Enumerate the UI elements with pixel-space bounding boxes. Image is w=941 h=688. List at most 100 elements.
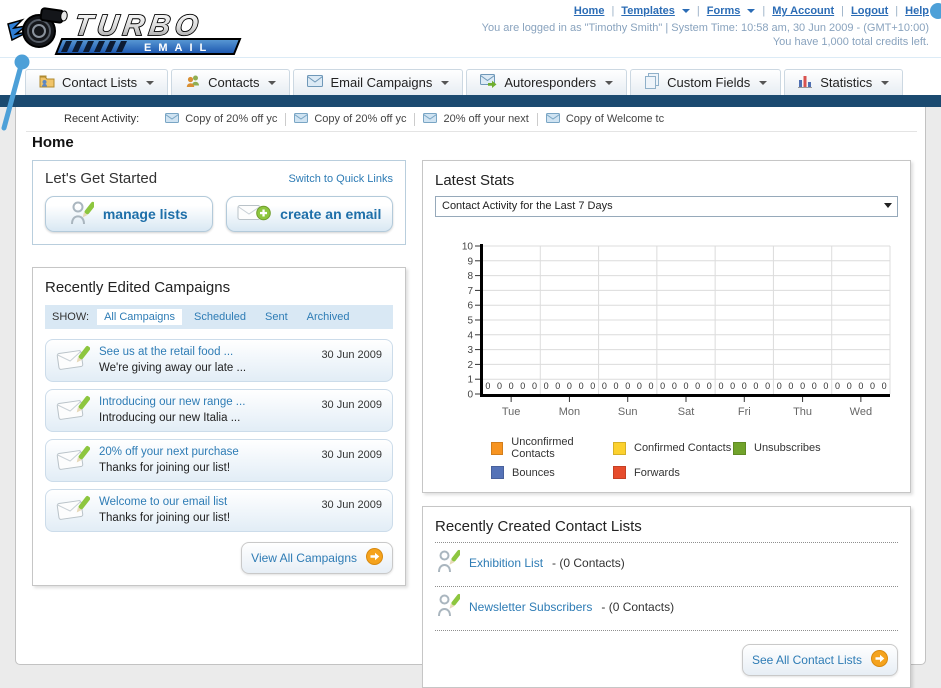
svg-text:Tue: Tue [502, 406, 521, 418]
svg-text:0: 0 [753, 381, 758, 391]
chevron-down-icon [747, 9, 756, 13]
campaign-filter-bar: SHOW: All Campaigns Scheduled Sent Archi… [45, 305, 393, 329]
legend-label: Unsubscribes [754, 442, 821, 454]
legend-swatch [613, 466, 626, 479]
contact-lists-folder-icon [39, 73, 55, 92]
svg-text:0: 0 [544, 381, 549, 391]
tab-contact-lists[interactable]: Contact Lists [25, 69, 169, 95]
filter-archived[interactable]: Archived [300, 309, 357, 325]
see-all-contact-lists-button[interactable]: See All Contact Lists [741, 644, 898, 676]
svg-text:Mon: Mon [559, 406, 580, 418]
person-pencil-icon [70, 200, 96, 229]
email-edit-icon [56, 345, 91, 377]
email-icon [294, 112, 309, 126]
legend-label: Forwards [634, 466, 680, 479]
svg-text:0: 0 [532, 381, 537, 391]
legend-item: Unconfirmed Contacts [491, 436, 613, 460]
nav-templates-link[interactable]: Templates [621, 5, 675, 17]
custom-fields-pages-icon [644, 73, 660, 92]
contact-list-link[interactable]: Exhibition List [469, 556, 543, 570]
main-content: Recent Activity: Copy of 20% off yc Copy… [15, 107, 926, 688]
svg-text:0: 0 [683, 381, 688, 391]
svg-text:0: 0 [882, 381, 887, 391]
nav-my-account-link[interactable]: My Account [772, 5, 834, 17]
tab-custom-fields[interactable]: Custom Fields [630, 69, 782, 95]
legend-item: Bounces [491, 466, 613, 479]
tab-autoresponders[interactable]: Autoresponders [466, 69, 628, 95]
recent-activity-text: Copy of 20% off yc [185, 113, 278, 125]
nav-separator: | [762, 5, 766, 17]
campaign-title-link[interactable]: 20% off your next purchase [99, 445, 239, 461]
manage-lists-button[interactable]: manage lists [45, 196, 213, 232]
campaigns-panel-title: Recently Edited Campaigns [45, 279, 231, 296]
legend-label: Confirmed Contacts [634, 442, 732, 454]
button-label: create an email [280, 206, 382, 222]
campaign-date: 30 Jun 2009 [321, 349, 382, 361]
button-label: View All Campaigns [251, 551, 357, 565]
divider [414, 112, 416, 126]
nav-logout-link[interactable]: Logout [851, 5, 888, 17]
campaign-subtitle: We're giving away our late ... [99, 361, 247, 374]
campaign-row[interactable]: See us at the retail food ... We're givi… [45, 339, 393, 382]
filter-scheduled[interactable]: Scheduled [187, 309, 253, 325]
contact-list-item[interactable]: Newsletter Subscribers - (0 Contacts) [435, 587, 898, 623]
latest-stats-title: Latest Stats [435, 172, 515, 189]
campaign-row[interactable]: Welcome to our email list Thanks for joi… [45, 489, 393, 532]
svg-text:0: 0 [823, 381, 828, 391]
view-all-campaigns-button[interactable]: View All Campaigns [241, 542, 393, 574]
tab-label: Autoresponders [504, 75, 597, 90]
filter-all-campaigns[interactable]: All Campaigns [97, 309, 182, 325]
campaign-title-link[interactable]: See us at the retail food ... [99, 345, 246, 361]
nav-separator: | [611, 5, 615, 17]
navy-divider-bar [0, 95, 941, 107]
svg-text:3: 3 [467, 345, 473, 356]
contact-list-link[interactable]: Newsletter Subscribers [469, 600, 592, 614]
contact-list-count: - (0 Contacts) [601, 600, 675, 614]
email-edit-icon [56, 495, 91, 527]
chevron-down-icon [441, 80, 450, 85]
stats-dropdown[interactable]: Contact Activity for the Last 7 Days [435, 196, 898, 217]
svg-text:0: 0 [602, 381, 607, 391]
chevron-down-icon [681, 9, 690, 13]
campaign-title-link[interactable]: Introducing our new range ... [99, 395, 245, 411]
svg-text:0: 0 [800, 381, 805, 391]
contact-list-item[interactable]: Exhibition List - (0 Contacts) [435, 543, 898, 579]
tab-contacts[interactable]: Contacts [171, 69, 291, 95]
recent-activity-item[interactable]: Copy of 20% off yc [165, 112, 278, 126]
svg-text:Sun: Sun [618, 406, 638, 418]
contacts-people-icon [185, 73, 201, 92]
header-divider [0, 57, 941, 58]
recently-edited-campaigns-panel: Recently Edited Campaigns SHOW: All Camp… [32, 267, 406, 586]
svg-text:Fri: Fri [738, 406, 751, 418]
email-icon [165, 112, 180, 126]
tab-statistics[interactable]: Statistics [784, 69, 904, 95]
nav-separator: | [841, 5, 845, 17]
nav-help-link[interactable]: Help [905, 5, 929, 17]
nav-forms-link[interactable]: Forms [707, 5, 741, 17]
create-email-button[interactable]: create an email [225, 196, 393, 232]
stats-dropdown-value: Contact Activity for the Last 7 Days [442, 200, 613, 212]
filter-sent[interactable]: Sent [258, 309, 295, 325]
campaign-subtitle: Thanks for joining our list! [99, 461, 231, 474]
campaign-title-link[interactable]: Welcome to our email list [99, 495, 230, 511]
chart-legend: Unconfirmed Contacts Confirmed Contacts … [491, 436, 898, 479]
campaign-row[interactable]: Introducing our new range ... Introducin… [45, 389, 393, 432]
recent-activity-item[interactable]: Copy of 20% off yc [294, 112, 406, 126]
campaign-date: 30 Jun 2009 [321, 399, 382, 411]
svg-text:0: 0 [847, 381, 852, 391]
left-column: Let's Get Started Switch to Quick Links … [32, 160, 406, 586]
legend-swatch [613, 441, 626, 455]
recent-activity-item[interactable]: Copy of Welcome tc [545, 112, 664, 126]
tab-email-campaigns[interactable]: Email Campaigns [293, 69, 464, 95]
login-info: You are logged in as "Timothy Smith" | S… [481, 22, 929, 34]
campaign-date: 30 Jun 2009 [321, 449, 382, 461]
show-label: SHOW: [52, 311, 90, 323]
switch-quick-links[interactable]: Switch to Quick Links [288, 173, 393, 185]
nav-home-link[interactable]: Home [574, 5, 605, 17]
get-started-panel: Let's Get Started Switch to Quick Links … [32, 160, 406, 245]
svg-text:Wed: Wed [850, 406, 872, 418]
tab-label: Statistics [820, 75, 873, 90]
recent-activity-item[interactable]: 20% off your next [423, 112, 529, 126]
campaign-row[interactable]: 20% off your next purchase Thanks for jo… [45, 439, 393, 482]
contact-lists-title: Recently Created Contact Lists [435, 518, 642, 535]
